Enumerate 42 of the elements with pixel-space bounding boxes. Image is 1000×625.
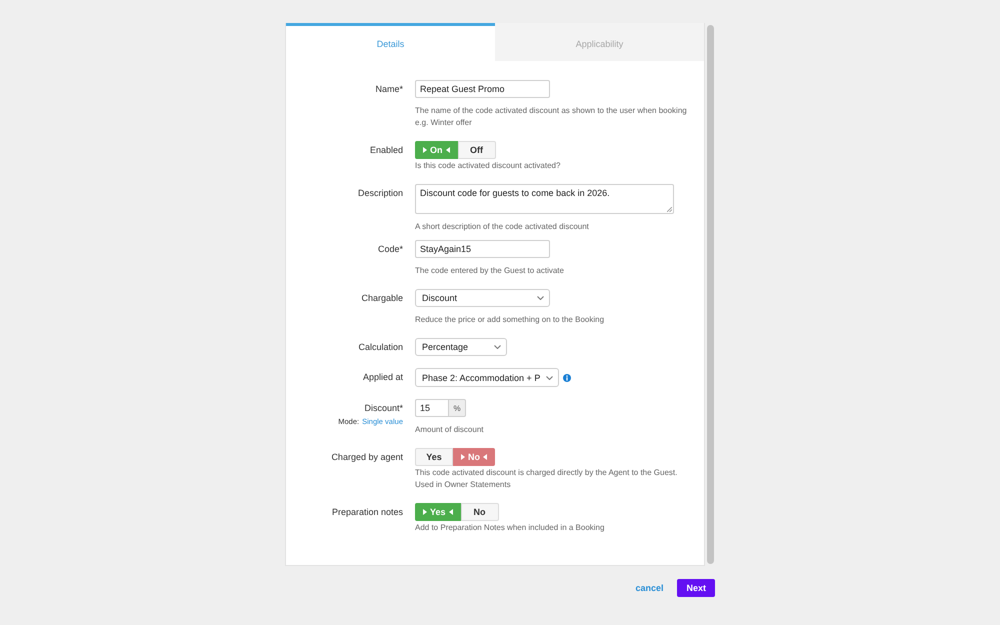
caret-right-icon xyxy=(461,454,465,460)
field-label: Name* xyxy=(375,83,403,96)
text-input-field[interactable]: StayAgain15 xyxy=(415,240,550,258)
field-label: Applied at xyxy=(362,371,403,384)
chevron-down-icon xyxy=(537,296,544,300)
field-label: Code* xyxy=(378,243,403,256)
help-text: The code entered by the Guest to activate xyxy=(415,265,564,277)
chevron-down-icon xyxy=(546,376,554,380)
toggle-option[interactable]: Yes xyxy=(415,448,453,466)
field-label: Description xyxy=(358,187,403,200)
dropdown-select[interactable]: Discount xyxy=(415,289,550,307)
toggle-option[interactable]: Off xyxy=(458,141,496,159)
field-label: Preparation notes xyxy=(332,506,403,519)
help-text: The name of the code activated discount as shown to the user when booking e.g. Winter offer xyxy=(415,105,687,129)
caret-left-icon xyxy=(483,454,487,460)
help-text: Is this code activated discount activated? xyxy=(415,160,560,172)
unit-addon: % xyxy=(448,399,466,417)
help-text: Reduce the price or add something on to the Booking xyxy=(415,314,604,326)
dropdown-select[interactable]: Percentage xyxy=(415,338,507,356)
help-text: Amount of discount xyxy=(415,424,484,436)
caret-right-icon xyxy=(423,147,427,153)
field-label: Charged by agent xyxy=(331,451,403,464)
caret-right-icon xyxy=(423,509,427,515)
text-input-field[interactable]: Repeat Guest Promo xyxy=(415,80,550,98)
field-label: Discount* xyxy=(364,402,403,415)
caret-left-icon xyxy=(448,509,453,515)
help-text: This code activated discount is charged directly by the Agent to the Guest. Used in Owner Statements xyxy=(415,467,678,491)
field-label: Chargable xyxy=(361,292,403,305)
help-text: A short description of the code activated discount xyxy=(415,221,589,233)
dropdown-select[interactable]: Phase 2: Accommodation + P xyxy=(415,368,560,387)
help-text: Add to Preparation Notes when included in a Booking xyxy=(415,522,604,534)
caret-left-icon xyxy=(446,147,450,153)
field-label: Calculation xyxy=(358,341,403,354)
next-button[interactable]: Next xyxy=(677,579,715,597)
toggle-option[interactable]: No xyxy=(460,503,499,521)
field-label: Enabled xyxy=(370,144,403,157)
textarea-field[interactable]: Discount code for guests to come back in 2026. xyxy=(415,184,674,214)
info-icon[interactable] xyxy=(563,374,572,382)
number-input-field[interactable]: 15 xyxy=(415,399,448,417)
chevron-down-icon xyxy=(494,345,501,349)
scrollbar-thumb[interactable] xyxy=(707,25,714,564)
resize-grip-icon[interactable] xyxy=(667,207,672,212)
